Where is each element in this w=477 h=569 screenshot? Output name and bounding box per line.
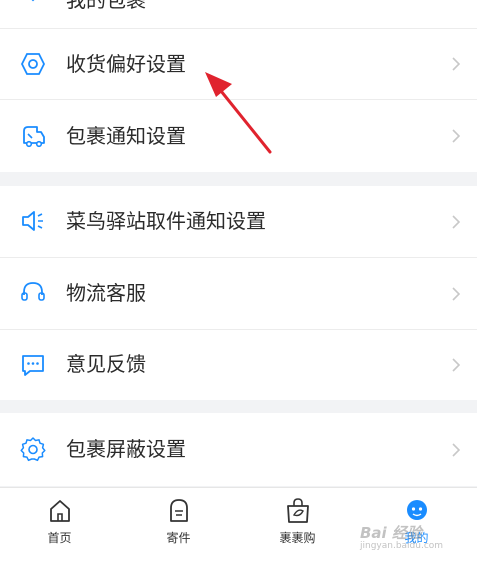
tab-send-parcel[interactable]: 寄件 xyxy=(119,488,238,569)
watermark-url: jingyan.baidu.com xyxy=(360,541,444,551)
chevron-right-icon xyxy=(452,443,461,457)
chat-bubble-icon xyxy=(22,355,44,376)
tab-label: 寄件 xyxy=(166,531,191,545)
menu-item-parcel-block-settings[interactable]: 包裹屏蔽设置 xyxy=(0,413,477,486)
home-icon xyxy=(50,500,70,522)
chevron-right-icon xyxy=(452,57,461,71)
headset-icon xyxy=(21,282,45,301)
delivery-truck-icon xyxy=(23,126,45,148)
menu-item-parcel-notification[interactable]: 包裹通知设置 xyxy=(0,100,477,172)
menu-row-partial[interactable]: 我的包裹 xyxy=(0,0,477,28)
speaker-icon xyxy=(22,211,43,231)
chevron-right-icon xyxy=(452,358,461,372)
tab-label: 首页 xyxy=(47,531,72,545)
menu-item-logistics-customer-service[interactable]: 物流客服 xyxy=(0,258,477,329)
watermark-title: Bai 经验 xyxy=(360,524,422,542)
menu-item-label: 包裹通知设置 xyxy=(66,124,186,148)
menu-item-label: 菜鸟驿站取件通知设置 xyxy=(66,209,266,233)
tab-home[interactable]: 首页 xyxy=(0,488,119,569)
chevron-right-icon xyxy=(452,215,461,229)
menu-item-feedback[interactable]: 意见反馈 xyxy=(0,330,477,400)
shopping-bag-icon xyxy=(287,498,309,523)
gear-icon xyxy=(20,437,46,462)
tab-guoguo-shop[interactable]: 裹裹购 xyxy=(238,488,357,569)
menu-item-label: 收货偏好设置 xyxy=(66,52,186,76)
menu-item-label: 物流客服 xyxy=(66,281,146,305)
menu-item-label: 意见反馈 xyxy=(66,352,146,376)
partial-icon xyxy=(31,0,35,2)
profile-icon xyxy=(407,500,427,520)
hexagon-nut-icon xyxy=(20,53,46,75)
chevron-right-icon xyxy=(452,287,461,301)
baidu-jingyan-watermark: Bai 经验 jingyan.baidu.com xyxy=(360,522,472,558)
menu-item-label: 包裹屏蔽设置 xyxy=(66,437,186,461)
parcel-bag-icon xyxy=(170,499,188,522)
menu-item-cainiao-station-notification[interactable]: 菜鸟驿站取件通知设置 xyxy=(0,186,477,257)
tab-label: 裹裹购 xyxy=(279,531,316,545)
menu-item-receiving-preferences[interactable]: 收货偏好设置 xyxy=(0,29,477,99)
menu-item-label: 我的包裹 xyxy=(66,0,146,12)
chevron-right-icon xyxy=(452,129,461,143)
